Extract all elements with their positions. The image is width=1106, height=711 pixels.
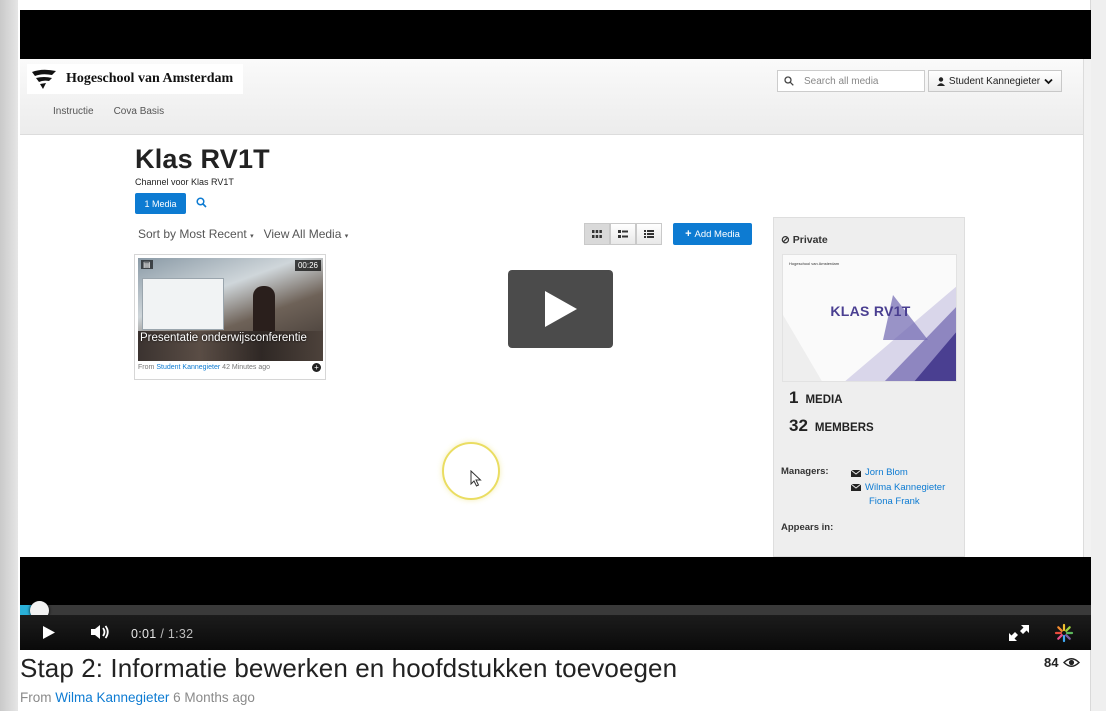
nav-item-instructie[interactable]: Instructie bbox=[53, 106, 94, 117]
private-icon: ⊘ bbox=[781, 234, 790, 246]
media-from-prefix: From bbox=[138, 364, 155, 371]
current-time: 0:01 bbox=[131, 627, 157, 641]
manager-item[interactable]: Fiona Frank bbox=[851, 495, 945, 510]
channel-thumb-logo: Hogeschool van Amsterdam bbox=[789, 261, 840, 266]
view-mode-group bbox=[584, 223, 662, 245]
manager-item[interactable]: Wilma Kannegieter bbox=[851, 481, 945, 496]
grid-icon bbox=[592, 230, 602, 238]
site-header: Hogeschool van Amsterdam Student Kannegi… bbox=[20, 59, 1091, 135]
page-scrollbar[interactable] bbox=[1090, 0, 1106, 711]
managers-list: Jorn Blom Wilma Kannegieter Fiona Frank bbox=[851, 466, 945, 510]
video-author-link[interactable]: Wilma Kannegieter bbox=[55, 690, 169, 705]
media-meta: From Student Kannegieter 42 Minutes ago bbox=[138, 364, 323, 371]
main-nav: Instructie Cova Basis bbox=[53, 106, 164, 117]
channel-title: Klas RV1T bbox=[135, 144, 270, 174]
fullscreen-icon[interactable] bbox=[1008, 624, 1030, 642]
caret-down-icon: ▾ bbox=[250, 233, 254, 240]
user-menu-button[interactable]: Student Kannegieter bbox=[928, 70, 1062, 92]
left-edge bbox=[0, 0, 18, 711]
user-icon bbox=[936, 76, 945, 86]
media-time-ago: 42 Minutes ago bbox=[222, 364, 271, 371]
media-tab-button[interactable]: 1 Media bbox=[135, 193, 186, 214]
play-icon[interactable] bbox=[42, 625, 56, 640]
caret-down-icon: ▾ bbox=[344, 233, 349, 240]
appears-in-label: Appears in: bbox=[781, 522, 834, 533]
members-count: 32 bbox=[789, 416, 808, 435]
hva-logo-icon bbox=[32, 69, 56, 89]
plus-icon: + bbox=[685, 228, 692, 240]
play-icon bbox=[544, 291, 577, 327]
managers-label: Managers: bbox=[781, 466, 829, 477]
members-count-stat: 32 MEMBERS bbox=[789, 416, 874, 436]
add-to-playlist-icon[interactable]: + bbox=[312, 363, 321, 372]
view-count-value: 84 bbox=[1044, 655, 1059, 670]
manager-name[interactable]: Wilma Kannegieter bbox=[865, 481, 945, 496]
volume-icon[interactable] bbox=[90, 623, 110, 641]
view-filter-label: View All Media bbox=[263, 227, 342, 241]
envelope-icon bbox=[851, 484, 861, 492]
control-bar: 0:01 / 1:32 bbox=[20, 615, 1091, 650]
channel-thumbnail: Hogeschool van Amsterdam KLAS RV1T bbox=[782, 254, 957, 382]
chevron-down-icon bbox=[1044, 78, 1053, 84]
sort-bar: Sort by Most Recent ▾ View All Media ▾ bbox=[138, 227, 348, 241]
site-logo: Hogeschool van Amsterdam bbox=[27, 64, 243, 94]
byline-prefix: From bbox=[20, 690, 52, 705]
view-filter-dropdown[interactable]: View All Media ▾ bbox=[264, 227, 349, 241]
channel-search-icon[interactable] bbox=[196, 197, 207, 208]
video-player[interactable]: Hogeschool van Amsterdam Student Kannegi… bbox=[20, 10, 1091, 650]
media-count: 1 bbox=[789, 388, 799, 407]
channel-sidebar: ⊘ Private Hogeschool van Amsterdam KLAS … bbox=[773, 217, 965, 557]
video-byline: From Wilma Kannegieter 6 Months ago bbox=[20, 690, 255, 705]
projector-screen bbox=[142, 278, 224, 330]
envelope-icon bbox=[851, 469, 861, 477]
media-author-link[interactable]: Student Kannegieter bbox=[156, 364, 220, 371]
user-name: Student Kannegieter bbox=[948, 75, 1041, 87]
manager-name[interactable]: Jorn Blom bbox=[865, 466, 908, 481]
video-time-ago: 6 Months ago bbox=[173, 690, 255, 705]
manager-item[interactable]: Jorn Blom bbox=[851, 466, 945, 481]
sort-label: Sort by Most Recent bbox=[138, 227, 247, 241]
add-media-label: Add Media bbox=[694, 228, 740, 240]
privacy-status: ⊘ Private bbox=[781, 234, 828, 246]
grid-view-button[interactable] bbox=[584, 223, 610, 245]
media-title[interactable]: Presentatie onderwijsconferentie bbox=[140, 331, 320, 345]
add-media-button[interactable]: + Add Media bbox=[673, 223, 752, 245]
privacy-label: Private bbox=[792, 234, 828, 246]
media-card[interactable]: ▤ 00:26 Presentatie onderwijsconferentie… bbox=[134, 254, 326, 380]
progress-bar[interactable] bbox=[20, 605, 1091, 615]
inner-scrollbar bbox=[1083, 59, 1091, 557]
nav-item-cova-basis[interactable]: Cova Basis bbox=[114, 106, 165, 117]
media-duration: 00:26 bbox=[294, 260, 321, 271]
search-icon bbox=[784, 76, 794, 86]
time-display: 0:01 / 1:32 bbox=[131, 627, 193, 641]
video-title: Stap 2: Informatie bewerken en hoofdstuk… bbox=[20, 653, 678, 683]
list-view-button[interactable] bbox=[636, 223, 662, 245]
channel-thumb-title: KLAS RV1T bbox=[830, 303, 911, 319]
video-type-icon: ▤ bbox=[141, 260, 153, 269]
manager-name[interactable]: Fiona Frank bbox=[869, 495, 920, 510]
eye-icon bbox=[1063, 658, 1081, 667]
detailed-list-button[interactable] bbox=[610, 223, 636, 245]
kaltura-logo-icon[interactable] bbox=[1054, 623, 1074, 643]
big-play-button[interactable] bbox=[508, 270, 613, 348]
media-count-stat: 1 MEDIA bbox=[789, 388, 843, 408]
logo-text: Hogeschool van Amsterdam bbox=[66, 71, 234, 86]
search-field[interactable] bbox=[777, 70, 925, 92]
media-thumbnail[interactable]: ▤ 00:26 Presentatie onderwijsconferentie bbox=[138, 258, 323, 361]
members-count-label: MEMBERS bbox=[814, 422, 874, 434]
channel-subtitle: Channel voor Klas RV1T bbox=[135, 177, 234, 187]
sort-dropdown[interactable]: Sort by Most Recent ▾ bbox=[138, 227, 254, 241]
total-duration: / 1:32 bbox=[160, 627, 194, 641]
media-count-label: MEDIA bbox=[805, 394, 843, 406]
view-count: 84 bbox=[1044, 655, 1081, 670]
video-frame[interactable]: Hogeschool van Amsterdam Student Kannegi… bbox=[20, 59, 1091, 557]
page-root: Hogeschool van Amsterdam Student Kannegi… bbox=[0, 0, 1106, 711]
list-icon bbox=[644, 230, 654, 238]
detailed-list-icon bbox=[618, 230, 628, 238]
mouse-cursor-icon bbox=[470, 470, 482, 487]
search-input[interactable] bbox=[804, 75, 914, 87]
